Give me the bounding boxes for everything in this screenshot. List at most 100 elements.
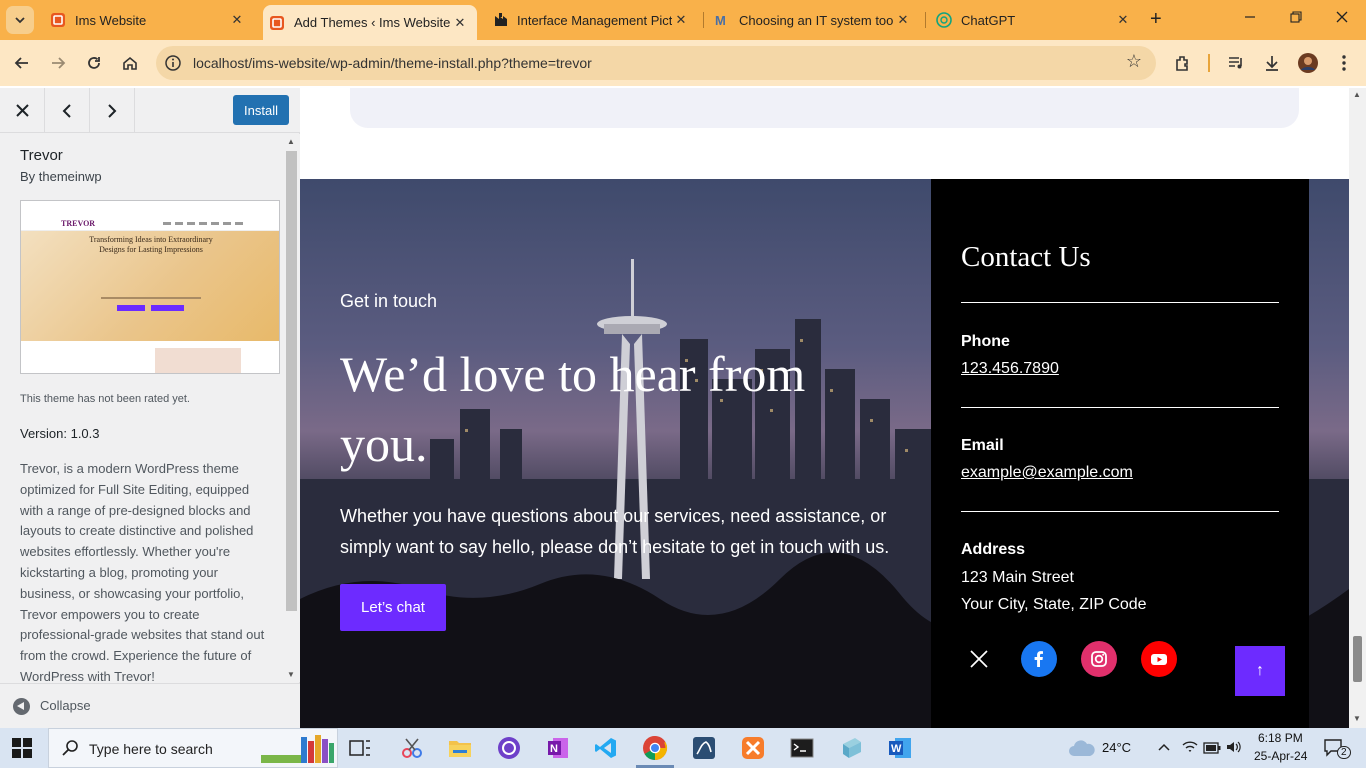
tab-close-icon[interactable]: ✕ — [228, 12, 246, 28]
snipping-tool-icon[interactable] — [398, 734, 426, 762]
tab-add-themes[interactable]: Add Themes ‹ Ims Website ✕ — [263, 5, 477, 40]
file-explorer-icon[interactable] — [446, 734, 474, 762]
volume-icon[interactable] — [1226, 740, 1242, 759]
tab-search-dropdown[interactable] — [6, 6, 34, 34]
chrome-icon[interactable] — [641, 734, 669, 762]
close-window-icon[interactable] — [1336, 10, 1348, 26]
taskbar-search-box[interactable]: Type here to search — [48, 728, 338, 768]
screenshot-header: TREVOR — [21, 215, 279, 231]
reload-icon[interactable] — [81, 50, 107, 76]
address-bar[interactable]: localhost/ims-website/wp-admin/theme-ins… — [156, 46, 1156, 80]
extensions-icon[interactable] — [1170, 50, 1196, 76]
scroll-down-icon[interactable]: ▼ — [287, 670, 295, 679]
preview-scrollbar[interactable]: ▲ ▼ — [1349, 88, 1366, 728]
tab-close-icon[interactable]: ✕ — [672, 12, 690, 28]
terminal-icon[interactable] — [788, 734, 816, 762]
install-button[interactable]: Install — [233, 95, 289, 125]
site-info-icon[interactable] — [164, 54, 182, 72]
task-view-icon[interactable] — [346, 734, 374, 762]
books-icon — [261, 733, 335, 768]
url-text[interactable]: localhost/ims-website/wp-admin/theme-ins… — [193, 55, 592, 71]
address-line-2: Your City, State, ZIP Code — [961, 596, 1147, 613]
new-tab-button[interactable]: + — [1150, 8, 1162, 31]
sidebar-header: Install — [0, 88, 300, 133]
sidebar-scroll-thumb[interactable] — [286, 151, 297, 611]
media-controls-icon[interactable] — [1223, 50, 1249, 76]
back-to-top-button[interactable]: ↑ — [1235, 646, 1285, 696]
email-link[interactable]: example@example.com — [961, 464, 1133, 482]
vscode-icon[interactable] — [592, 734, 620, 762]
tab-interface-management[interactable]: Interface Management Pict ✕ — [486, 0, 698, 40]
screenshot-nav — [163, 222, 243, 225]
menu-icon[interactable] — [1331, 50, 1357, 76]
hero-paragraph: Whether you have questions about our ser… — [340, 506, 890, 557]
chevron-up-icon[interactable] — [1157, 740, 1171, 759]
tab-close-icon[interactable]: ✕ — [1114, 12, 1132, 28]
tab-close-icon[interactable]: ✕ — [451, 15, 469, 31]
clock-time[interactable]: 6:18 PM — [1258, 731, 1303, 745]
preview-card-edge — [350, 88, 1299, 128]
tab-chatgpt[interactable]: ChatGPT ✕ — [930, 0, 1140, 40]
bookmark-star-icon[interactable]: ☆ — [1126, 51, 1142, 72]
theme-rating: This theme has not been rated yet. — [20, 393, 190, 405]
mysql-workbench-icon[interactable] — [690, 734, 718, 762]
hero-heading: We’d love to hear from you. — [340, 346, 806, 472]
facebook-icon[interactable] — [1021, 641, 1057, 677]
close-icon[interactable] — [0, 88, 45, 133]
scroll-down-icon[interactable]: ▼ — [1353, 714, 1361, 723]
forward-arrow-icon[interactable] — [45, 50, 71, 76]
sidebar-scrollbar[interactable]: ▲ ▼ — [283, 134, 300, 682]
scroll-up-icon[interactable]: ▲ — [1353, 90, 1361, 99]
eyebrow-text: Get in touch — [340, 291, 438, 311]
tab-close-icon[interactable]: ✕ — [894, 12, 912, 28]
home-icon[interactable] — [117, 50, 143, 76]
tab-separator — [925, 12, 926, 28]
xampp-icon[interactable] — [739, 734, 767, 762]
theme-screenshot: TREVOR Transforming Ideas into Extraordi… — [20, 200, 280, 374]
browser-toolbar: localhost/ims-website/wp-admin/theme-ins… — [0, 40, 1366, 86]
previous-theme-icon[interactable] — [45, 88, 90, 133]
avatar[interactable] — [1295, 50, 1321, 76]
weather-cloud-icon[interactable] — [1068, 739, 1096, 762]
divider — [961, 302, 1279, 303]
restore-icon[interactable] — [1290, 10, 1302, 26]
weather-temp[interactable]: 24°C — [1102, 740, 1131, 755]
phone-link[interactable]: 123.456.7890 — [961, 360, 1059, 378]
onenote-icon[interactable]: N — [544, 734, 572, 762]
collapse-sidebar-button[interactable]: Collapse — [0, 683, 300, 728]
svg-text:N: N — [550, 743, 558, 755]
github-desktop-icon[interactable] — [495, 734, 523, 762]
download-icon[interactable] — [1259, 50, 1285, 76]
battery-icon[interactable] — [1203, 741, 1221, 759]
chevron-down-icon — [15, 17, 25, 24]
theme-preview: Get in touch We’d love to hear from you.… — [300, 88, 1349, 728]
screenshot-button — [117, 305, 145, 311]
wordpress-favicon-icon — [50, 12, 66, 28]
clock-date[interactable]: 25-Apr-24 — [1254, 749, 1307, 763]
tab-title: ChatGPT — [961, 12, 1016, 28]
next-theme-icon[interactable] — [90, 88, 135, 133]
word-icon[interactable]: W — [886, 734, 914, 762]
network-icon[interactable] — [1182, 740, 1198, 759]
back-arrow-icon[interactable] — [9, 50, 35, 76]
lets-chat-button[interactable]: Let’s chat — [340, 584, 446, 631]
windows-start-icon[interactable] — [12, 738, 32, 758]
screenshot-logo: TREVOR — [61, 219, 96, 228]
instagram-icon[interactable] — [1081, 641, 1117, 677]
search-placeholder: Type here to search — [89, 741, 213, 757]
screenshot-hero: Transforming Ideas into Extraordinary De… — [21, 231, 279, 341]
tab-ims-website[interactable]: Ims Website ✕ — [44, 0, 254, 40]
minimize-icon[interactable] — [1244, 10, 1256, 26]
windows-taskbar: Type here to search N W 24°C 6:18 PM 25-… — [0, 728, 1366, 768]
virtualbox-icon[interactable] — [837, 734, 865, 762]
screenshot-button — [151, 305, 184, 311]
preview-scroll-thumb[interactable] — [1353, 636, 1362, 682]
youtube-icon[interactable] — [1141, 641, 1177, 677]
scroll-up-icon[interactable]: ▲ — [287, 137, 295, 146]
tab-choosing-it-system[interactable]: M Choosing an IT system tool ✕ — [708, 0, 920, 40]
tab-title: Ims Website — [75, 12, 147, 28]
divider — [961, 511, 1279, 512]
phone-label: Phone — [961, 333, 1010, 350]
x-icon[interactable] — [961, 641, 997, 677]
contact-panel: Contact Us Phone 123.456.7890 Email exam… — [931, 179, 1309, 728]
